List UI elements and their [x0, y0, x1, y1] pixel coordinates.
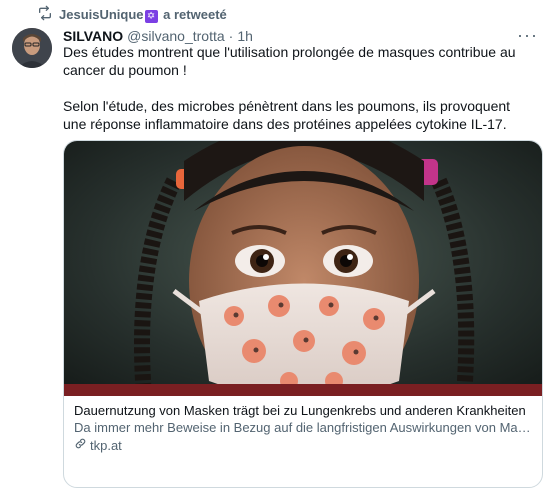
link-card[interactable]: Dauernutzung von Masken trägt bei zu Lun…	[63, 140, 543, 488]
retweet-context[interactable]: JesuisUnique ✡ a retweeté	[37, 5, 227, 24]
card-description: Da immer mehr Beweise in Bezug auf die l…	[74, 420, 532, 435]
tweet-time[interactable]: 1h	[237, 28, 253, 44]
card-title: Dauernutzung von Masken trägt bei zu Lun…	[74, 403, 526, 418]
separator: ·	[228, 27, 234, 44]
retweet-icon	[37, 5, 53, 24]
link-icon	[74, 437, 87, 453]
card-image	[64, 141, 542, 396]
author-handle[interactable]: @silvano_trotta	[127, 28, 224, 44]
tweet-text: Des études montrent que l'utilisation pr…	[63, 44, 516, 132]
star-of-david-icon: ✡	[144, 9, 158, 23]
avatar[interactable]	[12, 28, 52, 68]
author-name[interactable]: SILVANO	[63, 28, 123, 44]
retweeter-name[interactable]: JesuisUnique	[59, 7, 144, 22]
card-domain: tkp.at	[74, 437, 532, 453]
retweet-label: a retweeté	[163, 6, 227, 22]
card-domain-text: tkp.at	[90, 437, 122, 453]
